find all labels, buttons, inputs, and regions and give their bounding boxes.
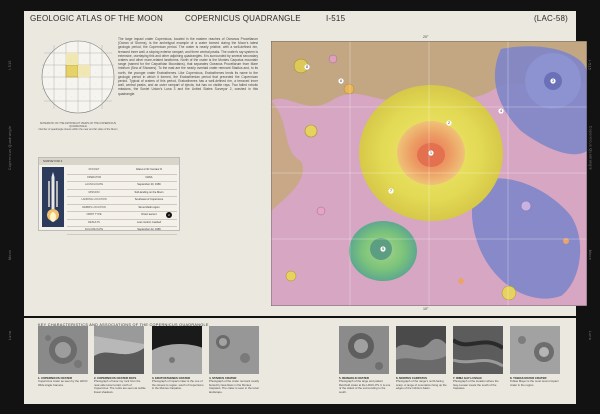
thumb-rima-gay-lussac[interactable] [453, 326, 503, 374]
atlas-title: GEOLOGIC ATLAS OF THE MOON [30, 14, 163, 23]
right-edge-label: I-515 [588, 60, 592, 70]
thumb-caption: 3. ERATOSTHENES CRATER Photograph of impa… [152, 376, 204, 391]
thumb-caption: 2. COPERNICUS CRATER RAYS Photograph of l… [94, 376, 146, 394]
map-top-latitude-label: 20° [423, 35, 429, 39]
small-crater [304, 124, 318, 138]
mission-info-rows: ROCKET Atlas-LV-3C Centaur D OPERATOR NASA… [67, 167, 177, 235]
left-edge-label: Moon [8, 249, 12, 260]
svg-text:·: · [48, 83, 49, 86]
thumb-stadius[interactable] [209, 326, 259, 374]
svg-text:1: 1 [430, 151, 432, 155]
info-row: LANDING LOCATION Southeast of Copernicus [67, 197, 177, 205]
thumb-copernicus-rays[interactable] [94, 326, 144, 374]
thumb-caption: 4. STADIUS CRATER Photograph of the crate… [209, 376, 260, 394]
svg-text:·: · [48, 95, 49, 98]
thumb-caption: 7. RIMA GAY-LUSSAC Photograph of the loca… [453, 376, 499, 391]
svg-text:·: · [71, 95, 72, 98]
key-characteristics-strip: KEY CHARACTERISTICS AND ASSOCIATIONS OF … [24, 318, 576, 404]
small-crater [285, 270, 297, 282]
svg-text:·: · [95, 71, 96, 74]
svg-text:·: · [95, 83, 96, 86]
small-crater [501, 285, 517, 301]
svg-text:·: · [106, 83, 107, 86]
small-crater [343, 83, 355, 95]
thumb-montes-carpatus[interactable] [396, 326, 446, 374]
map-bottom-latitude-label: 10° [423, 307, 429, 311]
info-row: LAUNCH DATE September 20, 1966 [67, 182, 177, 190]
atlas-sheet: GEOLOGIC ATLAS OF THE MOON COPERNICUS QU… [24, 11, 587, 316]
svg-text:5: 5 [382, 247, 384, 251]
rocket-icon [42, 167, 64, 227]
thumb-caption: 8. TOBIAS MAYER CRATER Tobias Mayer is th… [510, 376, 559, 387]
title-bar: GEOLOGIC ATLAS OF THE MOON COPERNICUS QU… [30, 14, 568, 27]
right-edge-label: Moon [588, 249, 592, 260]
info-row: OPERATOR NASA [67, 175, 177, 182]
svg-text:·: · [59, 59, 60, 62]
atlas-frame: I-515 Copernicus Quadrangle Moon Luna I-… [0, 0, 600, 414]
svg-text:3: 3 [552, 79, 554, 83]
left-edge-labels: I-515 Copernicus Quadrangle Moon Luna [2, 10, 22, 408]
thumb-tobias-mayer[interactable] [510, 326, 560, 374]
svg-text:·: · [59, 71, 60, 74]
svg-text:·: · [48, 71, 49, 74]
geologic-map-svg: 1 3 5 6 4 7 8 2 [271, 41, 587, 306]
svg-text:6: 6 [340, 79, 342, 83]
map-number: I-515 [326, 14, 346, 23]
thumb-caption: 6. MONTES CARPATUS Photograph of the rang… [396, 376, 447, 391]
svg-text:·: · [71, 59, 72, 62]
right-edge-label: Luna [588, 330, 592, 340]
svg-text:2: 2 [448, 121, 450, 125]
svg-text:·: · [83, 95, 84, 98]
small-crater [520, 200, 532, 212]
svg-text:7: 7 [390, 189, 392, 193]
svg-text:·: · [59, 83, 60, 86]
svg-text:·: · [106, 95, 107, 98]
index-caption-sub: Number of quadrangle sheets within the n… [38, 128, 118, 132]
intro-text: The large impact crater Copernicus, loca… [118, 37, 258, 96]
svg-text:·: · [59, 95, 60, 98]
small-crater [458, 278, 464, 284]
rocket-photo [42, 167, 64, 227]
quadrangle-title: COPERNICUS QUADRANGLE [185, 14, 301, 23]
index-map: · · · · · · · · · · · · · · · · · · · · · · · [41, 40, 115, 114]
info-row: RESULTS Lost control; crashed [67, 220, 177, 227]
small-crater [316, 206, 326, 216]
svg-text:·: · [83, 71, 84, 74]
svg-text:·: · [106, 71, 107, 74]
mission-info-table: SURVEYOR 2 ROCKET Atlas-LV-3C Centaur D O… [38, 157, 180, 235]
svg-text:·: · [83, 83, 84, 86]
small-crater [328, 54, 338, 64]
svg-text:·: · [83, 59, 84, 62]
svg-text:·: · [71, 83, 72, 86]
thumb-copernicus[interactable] [38, 326, 88, 374]
svg-text:·: · [48, 59, 49, 62]
left-edge-label: Luna [8, 330, 12, 340]
info-row: MISSION Soft-landing on the Moon [67, 190, 177, 197]
geologic-map[interactable]: 20° 1 3 5 6 4 7 8 2 10° [271, 35, 587, 311]
info-row: FAILURE DATE September 22, 1966 [67, 227, 177, 235]
thumb-caption: 1. COPERNICUS CRATER Copernicus crater as… [38, 376, 88, 387]
info-row: ROCKET Atlas-LV-3C Centaur D [67, 167, 177, 175]
svg-text:·: · [95, 59, 96, 62]
index-caption: SCHEMATIC OF THE ASTRONAUT VIEWS OF THE … [32, 122, 124, 132]
info-row: DEBRIS LOCATION Sinus Medii region [67, 205, 177, 212]
mission-info-header: SURVEYOR 2 [39, 158, 179, 165]
left-edge-label: I-515 [8, 60, 12, 70]
svg-text:·: · [95, 95, 96, 98]
svg-text:·: · [106, 59, 107, 62]
left-edge-label: Copernicus Quadrangle [8, 125, 12, 170]
thumb-reinhold[interactable] [339, 326, 389, 374]
thumb-caption: 5. REINHOLD CRATER Photograph of the larg… [339, 376, 391, 394]
svg-text:8: 8 [306, 65, 308, 69]
info-row: ORBIT TYPE Direct ascent [67, 212, 177, 220]
thumb-eratosthenes[interactable] [152, 326, 202, 374]
lac-code: (LAC-58) [533, 14, 568, 23]
right-edge-label: Copernicus Quadrangle [588, 125, 592, 170]
svg-text:4: 4 [500, 109, 502, 113]
mission-number-badge: 2 [166, 212, 172, 218]
